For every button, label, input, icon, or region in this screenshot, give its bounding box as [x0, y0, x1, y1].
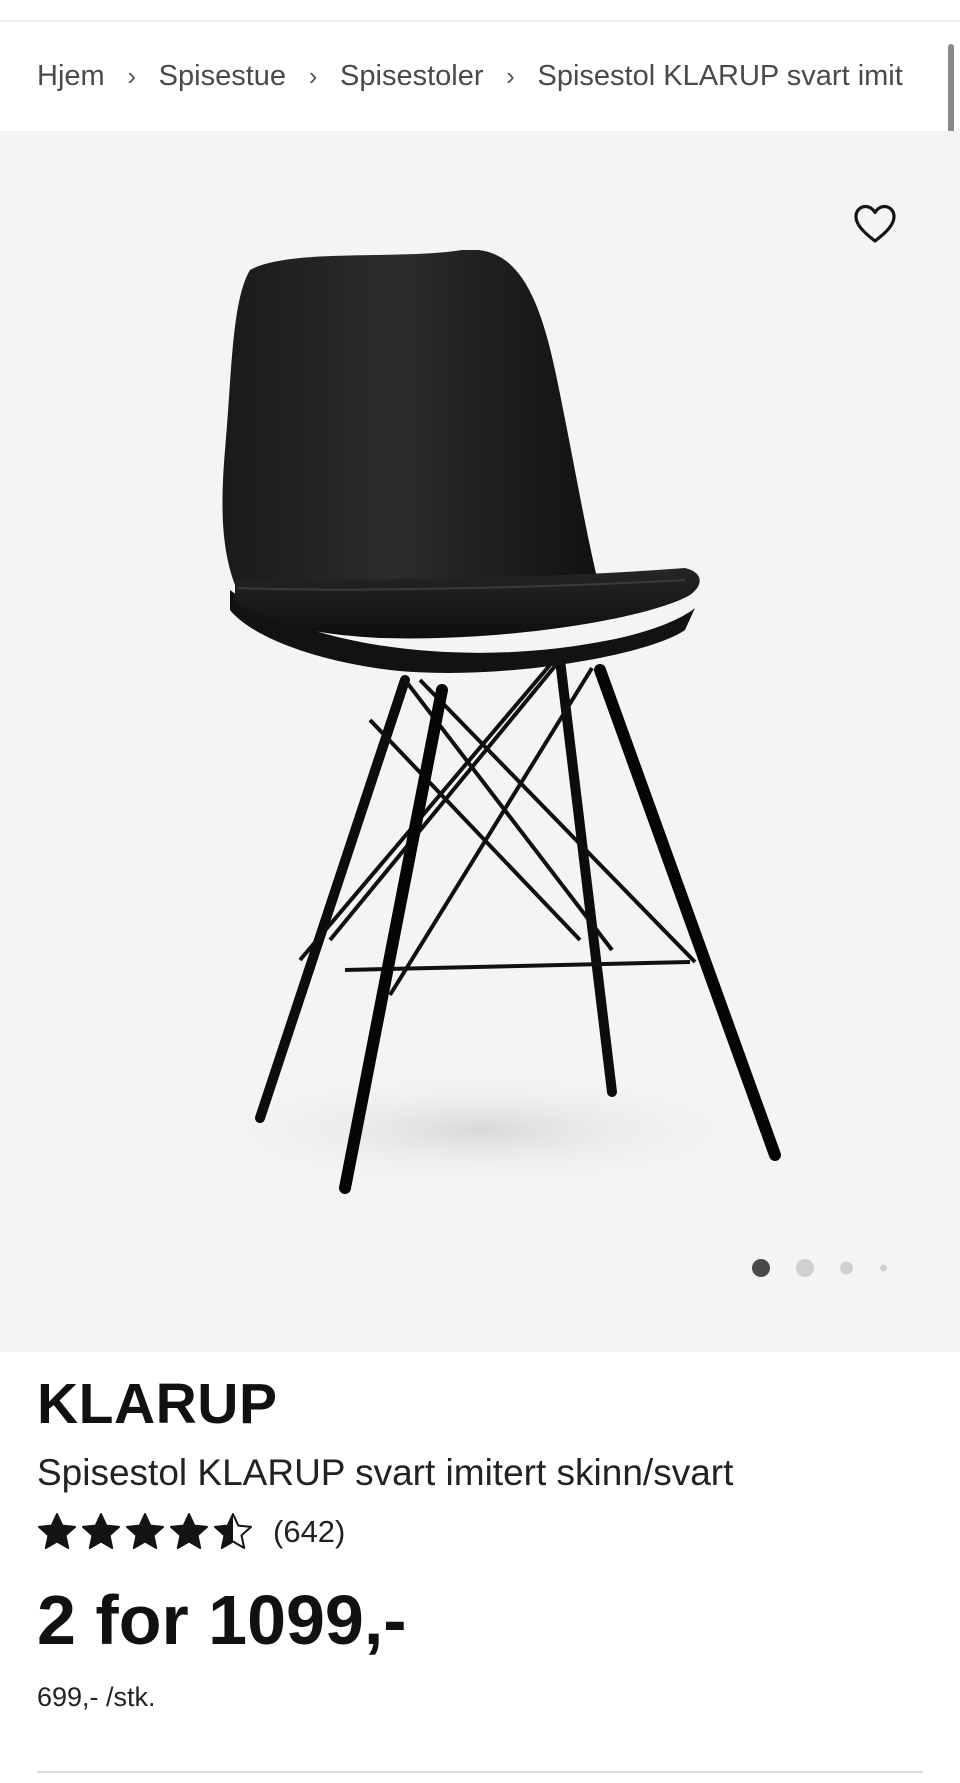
- pagination-dot-1[interactable]: [752, 1259, 770, 1277]
- breadcrumb-item-current: Spisestol KLARUP svart imit: [537, 59, 903, 92]
- chair-icon: [190, 250, 781, 1194]
- product-page: Hjem › Spisestue › Spisestoler › Spisest…: [0, 0, 960, 1783]
- star-icon: [82, 1513, 120, 1549]
- divider: [37, 1771, 923, 1773]
- heart-icon: [854, 204, 896, 243]
- star-icon: [38, 1513, 76, 1549]
- review-count[interactable]: (642): [273, 1514, 345, 1550]
- pagination-dot-2[interactable]: [796, 1259, 814, 1277]
- product-rating[interactable]: (642): [37, 1510, 917, 1554]
- chevron-right-icon: ›: [308, 60, 318, 91]
- breadcrumb-item-dining-chairs[interactable]: Spisestoler: [340, 60, 483, 93]
- breadcrumb: Hjem › Spisestue › Spisestoler › Spisest…: [37, 52, 903, 100]
- star-icon: [214, 1513, 252, 1549]
- product-title: KLARUP: [37, 1372, 278, 1436]
- product-subtitle: Spisestol KLARUP svart imitert skinn/sva…: [37, 1452, 734, 1493]
- chevron-right-icon: ›: [127, 60, 136, 91]
- wishlist-button[interactable]: [850, 200, 900, 250]
- star-icon: [170, 1513, 208, 1549]
- chevron-right-icon: ›: [506, 60, 515, 91]
- pagination-dot-4[interactable]: [880, 1264, 887, 1272]
- rating-stars: [37, 1512, 257, 1552]
- unit-price: 699,- /stk.: [37, 1682, 156, 1712]
- pagination-dot-3[interactable]: [840, 1261, 853, 1275]
- gallery-pagination: [750, 1256, 900, 1280]
- product-info: KLARUP Spisestol KLARUP svart imitert sk…: [37, 1370, 917, 1713]
- star-icon: [126, 1513, 164, 1549]
- breadcrumb-item-dining-room[interactable]: Spisestue: [159, 60, 286, 93]
- top-bar: [0, 0, 960, 22]
- breadcrumb-item-home[interactable]: Hjem: [37, 60, 105, 93]
- product-price: 2 for 1099,-: [37, 1581, 407, 1659]
